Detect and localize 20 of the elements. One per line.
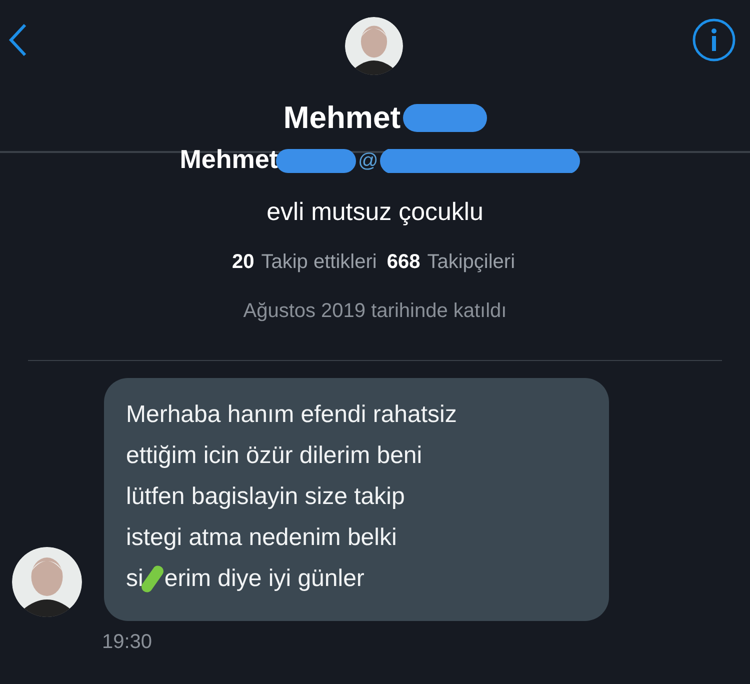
display-name: Mehmet: [180, 149, 278, 171]
following-label[interactable]: Takip ettikleri: [261, 251, 377, 274]
join-date: Ağustos 2019 tarihinde katıldı: [242, 300, 508, 323]
message-text: erim diye iyi günler: [164, 564, 364, 594]
avatar: [12, 547, 82, 617]
message-time: 19:30: [102, 631, 154, 654]
followers-label[interactable]: Takipçileri: [427, 251, 516, 274]
message-text: istegi atma nedenim belki: [126, 523, 398, 553]
message-text: ettiğim icin özür dilerim beni: [126, 441, 424, 471]
contact-name: Mehmet: [283, 100, 401, 136]
info-button[interactable]: [692, 18, 736, 62]
back-button[interactable]: [8, 23, 28, 57]
message-text: lütfen bagislayin size takip: [126, 482, 406, 512]
followers-count: 668: [386, 251, 420, 274]
at-sign: @: [358, 150, 378, 172]
bio-text: evli mutsuz çocuklu: [266, 198, 484, 227]
message-text: Merhaba hanım efendi rahatsiz: [126, 400, 458, 430]
message-text: si: [126, 564, 144, 594]
avatar: [345, 17, 403, 75]
following-count: 20: [232, 251, 254, 274]
